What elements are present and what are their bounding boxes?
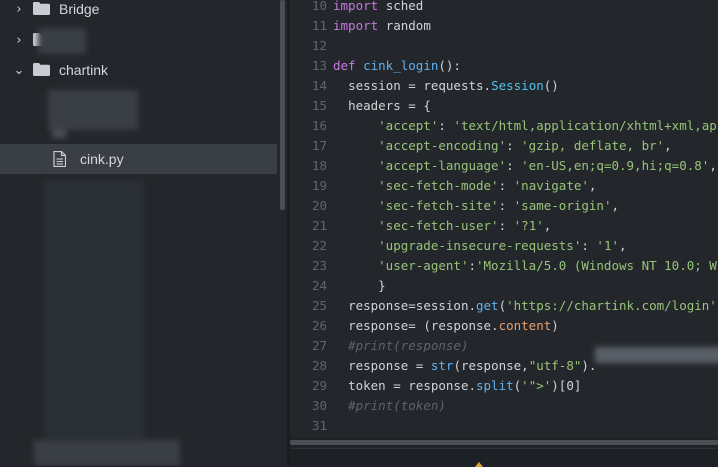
tree-item-label: cink.py [80,151,124,167]
line-number: 25 [311,298,327,313]
status-bar [290,448,718,467]
code-line[interactable]: import random [333,16,431,36]
line-number: 14 [311,78,327,93]
line-number: 17 [311,138,327,153]
sidebar-scrollbar[interactable] [277,0,287,466]
redacted-region [48,90,138,130]
redacted-region [44,180,144,440]
code-line[interactable]: 'accept': 'text/html,application/xhtml+x… [333,116,717,136]
line-number: 29 [311,378,327,393]
line-number: 31 [311,418,327,433]
line-number: 22 [311,238,327,253]
line-number: 19 [311,178,327,193]
code-line[interactable]: 'user-agent':'Mozilla/5.0 (Windows NT 10… [333,256,717,276]
line-number: 24 [311,278,327,293]
code-line[interactable]: } [333,276,386,296]
redacted-region [34,440,180,466]
sidebar-scrollbar-thumb[interactable] [280,0,285,210]
line-number: 12 [311,38,327,53]
tree-item-label: chartink [59,62,109,78]
tree-item-label: Bridge [59,1,100,17]
line-number: 16 [311,118,327,133]
code-line[interactable]: 'accept-encoding': 'gzip, deflate, br', [333,136,672,156]
line-number: 11 [311,18,327,33]
code-line[interactable]: headers = { [333,96,431,116]
folder-icon [33,63,50,76]
code-editor[interactable]: 10 11 12 13 14 15 16 17 18 19 20 21 22 23 24 25 26 27 28 29… [290,0,718,448]
line-number: 21 [311,218,327,233]
code-line[interactable]: 'sec-fetch-user': '?1', [333,216,551,236]
tree-item-cink-py[interactable]: cink.py [0,144,277,174]
chevron-down-icon[interactable]: ⌄ [12,64,26,78]
code-line[interactable]: def cink_login(): [333,56,461,76]
line-number: 23 [311,258,327,273]
line-number: 26 [311,318,327,333]
code-line[interactable]: #print(response) [333,336,468,356]
code-line[interactable]: token = response.split('">')[0] [333,376,581,396]
line-number: 28 [311,358,327,373]
code-line[interactable]: response= (response.content) [333,316,559,336]
line-number: 20 [311,198,327,213]
file-icon [53,150,67,168]
redacted-region [38,28,86,54]
code-line[interactable]: #print(token) [333,396,446,416]
line-number-gutter: 10 11 12 13 14 15 16 17 18 19 20 21 22 23 24 25 26 27 28 29… [290,0,327,448]
code-line[interactable]: session = requests.Session() [333,76,559,96]
redacted-region [52,128,66,138]
line-number: 13 [311,58,327,73]
horizontal-scrollbar[interactable] [290,438,718,448]
line-number: 18 [311,158,327,173]
chevron-right-icon[interactable]: › [12,3,26,17]
warning-marker-icon [475,462,483,467]
code-line[interactable]: 'sec-fetch-site': 'same-origin', [333,196,619,216]
code-line[interactable]: response = str(response,"utf-8"). [333,356,596,376]
code-area[interactable]: import sched import random def cink_login(… [333,0,718,448]
line-number: 15 [311,98,327,113]
folder-icon [33,2,50,15]
tree-item-chartink[interactable]: ⌄ chartink [0,60,277,88]
line-number: 27 [311,338,327,353]
code-line[interactable]: 'upgrade-insecure-requests': '1', [333,236,626,256]
horizontal-scrollbar-thumb[interactable] [290,440,718,445]
code-line[interactable]: response=session.get('https://chartink.c… [333,296,717,316]
redacted-region [595,347,718,363]
code-line[interactable]: 'sec-fetch-mode': 'navigate', [333,176,596,196]
line-number: 10 [311,0,327,13]
code-line[interactable]: import sched [333,0,423,16]
line-number: 30 [311,398,327,413]
file-tree-panel: › Bridge › ⌄ chartink cink.py [0,0,287,466]
code-line[interactable]: 'accept-language': 'en-US,en;q=0.9,hi;q=… [333,156,717,176]
chevron-right-icon[interactable]: › [12,34,26,48]
tree-item-bridge[interactable]: › Bridge [0,0,277,27]
